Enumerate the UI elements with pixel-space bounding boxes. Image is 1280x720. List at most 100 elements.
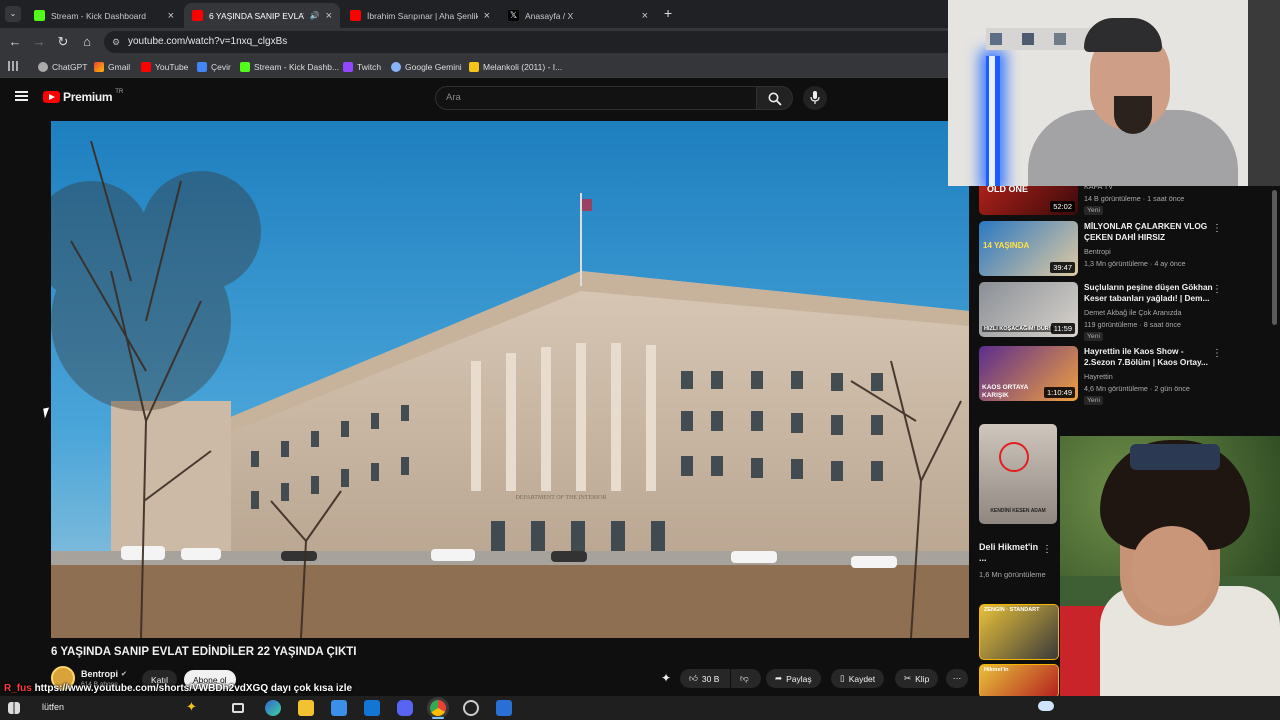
chrome-icon[interactable] bbox=[430, 700, 446, 716]
back-icon[interactable]: ← bbox=[7, 34, 23, 50]
reload-icon[interactable]: ↻ bbox=[55, 34, 71, 50]
save-button[interactable]: ▯ Kaydet bbox=[831, 669, 885, 688]
new-badge: Yeni bbox=[1084, 332, 1103, 341]
translate-icon bbox=[197, 62, 207, 72]
site-info-icon[interactable]: ⚙ bbox=[112, 31, 120, 53]
more-icon[interactable]: ⋮ bbox=[1212, 284, 1222, 295]
recommendation-card[interactable]: HIZLI KOŞACAĞIM! DUR! 11:59 Suçluların p… bbox=[979, 282, 1279, 341]
bookmark-twitch[interactable]: Twitch bbox=[343, 61, 381, 73]
discord-icon[interactable] bbox=[397, 700, 413, 716]
bookmark-youtube[interactable]: YouTube bbox=[141, 61, 188, 73]
more-icon: ⋯ bbox=[952, 673, 962, 683]
shorts-thumbnail[interactable]: Hikmet'in bbox=[979, 664, 1059, 698]
new-badge: Yeni bbox=[1084, 396, 1103, 405]
microphone-icon bbox=[810, 91, 820, 104]
url-input[interactable]: ⚙ youtube.com/watch?v=1nxq_clgxBs bbox=[104, 31, 964, 53]
imdb-icon bbox=[469, 62, 479, 72]
share-icon: ➦ bbox=[775, 673, 783, 683]
bookmark-kick[interactable]: Stream - Kick Dashb... bbox=[240, 61, 339, 73]
webcam-overlay-streamer bbox=[948, 0, 1280, 186]
duration-badge: 52:02 bbox=[1050, 201, 1075, 212]
file-explorer-icon[interactable] bbox=[298, 700, 314, 716]
video-thumbnail[interactable]: 14 YAŞINDA 39:47 bbox=[979, 221, 1078, 276]
start-icon[interactable] bbox=[8, 702, 20, 714]
outlook-icon[interactable] bbox=[364, 700, 380, 716]
short-views: 1,6 Mn görüntüleme bbox=[979, 570, 1046, 579]
tab-kick-dashboard[interactable]: Stream - Kick Dashboard × bbox=[26, 3, 182, 28]
weather-cloud-icon[interactable] bbox=[1038, 701, 1054, 711]
recommendation-card[interactable]: KAOS ORTAYA KARIŞIK 1:10:49 Hayrettin il… bbox=[979, 346, 1279, 405]
kick-icon bbox=[240, 62, 250, 72]
bookmark-chatgpt[interactable]: ChatGPT bbox=[38, 61, 87, 73]
youtube-play-logo-icon bbox=[43, 91, 60, 103]
speaker-icon[interactable]: 🔊 bbox=[310, 11, 320, 20]
duration-badge: 1:10:49 bbox=[1043, 387, 1075, 398]
sparkle-icon[interactable]: ✦ bbox=[661, 671, 671, 685]
building-sign-text: DEPARTMENT OF THE INTERIOR bbox=[515, 495, 606, 501]
more-icon[interactable]: ⋮ bbox=[1212, 348, 1222, 359]
search-button[interactable] bbox=[757, 86, 793, 110]
voice-search-button[interactable] bbox=[803, 86, 827, 110]
video-thumbnail[interactable]: HIZLI KOŞACAĞIM! DUR! 11:59 bbox=[979, 282, 1078, 337]
channel-name[interactable]: Bentropi ✔ bbox=[81, 669, 127, 679]
bookmark-icon: ▯ bbox=[840, 673, 845, 683]
apps-grid-icon[interactable] bbox=[8, 61, 18, 71]
share-button[interactable]: ➦ Paylaş bbox=[766, 669, 821, 688]
duration-badge: 11:59 bbox=[1050, 323, 1075, 334]
close-tab-icon[interactable]: × bbox=[484, 10, 490, 22]
more-icon[interactable]: ⋮ bbox=[1042, 544, 1052, 555]
obs-icon[interactable] bbox=[463, 700, 479, 716]
tab-search-button[interactable]: ⌄ bbox=[5, 6, 21, 22]
windows-taskbar: lütfen ✦ bbox=[0, 696, 1280, 720]
search-input[interactable]: Ara bbox=[435, 86, 757, 110]
edge-icon[interactable] bbox=[265, 700, 281, 716]
duration-badge: 39:47 bbox=[1050, 262, 1075, 273]
more-actions-button[interactable]: ⋯ bbox=[946, 669, 968, 688]
video-player[interactable]: DEPARTMENT OF THE INTERIOR bbox=[51, 121, 969, 638]
taskbar-search-text[interactable]: lütfen bbox=[42, 702, 64, 712]
tab-ibrahim-saripinar[interactable]: İbrahim Sarıpınar | Aha Şenlik × bbox=[342, 3, 498, 28]
thumbs-down-icon: 👎︎ bbox=[740, 673, 749, 683]
gmail-icon bbox=[94, 62, 104, 72]
close-tab-icon[interactable]: × bbox=[326, 10, 332, 22]
dislike-button[interactable]: 👎︎ bbox=[731, 669, 761, 688]
more-icon[interactable]: ⋮ bbox=[1212, 223, 1222, 234]
copilot-icon[interactable]: ✦ bbox=[186, 699, 197, 715]
store-icon[interactable] bbox=[331, 700, 347, 716]
chatgpt-icon bbox=[38, 62, 48, 72]
shorts-thumbnail[interactable]: ZENGİN · STANDART bbox=[979, 604, 1059, 660]
close-tab-icon[interactable]: × bbox=[168, 10, 174, 22]
video-thumbnail[interactable]: KAOS ORTAYA KARIŞIK 1:10:49 bbox=[979, 346, 1078, 401]
new-tab-button[interactable]: + bbox=[664, 5, 672, 21]
forward-icon[interactable]: → bbox=[31, 34, 47, 50]
active-app-indicator bbox=[432, 717, 444, 719]
home-icon[interactable]: ⌂ bbox=[79, 34, 95, 50]
x-logo-icon: 𝕏 bbox=[508, 10, 519, 21]
menu-icon[interactable] bbox=[15, 91, 28, 101]
bookmark-gmail[interactable]: Gmail bbox=[94, 61, 130, 73]
thumbs-up-icon: 👍︎ bbox=[689, 673, 698, 683]
chat-message-text: https://www.youtube.com/shorts/VWBDh2vdX… bbox=[34, 683, 353, 694]
clip-button[interactable]: ✂ Klip bbox=[895, 669, 939, 688]
chat-username: R_fus bbox=[4, 683, 32, 694]
tab-x-home[interactable]: 𝕏 Anasayfa / X × bbox=[500, 3, 656, 28]
bookmark-gemini[interactable]: Google Gemini bbox=[391, 61, 462, 73]
task-view-icon[interactable] bbox=[232, 703, 244, 713]
close-tab-icon[interactable]: × bbox=[642, 10, 648, 22]
scissors-icon: ✂ bbox=[904, 673, 912, 683]
bookmark-melankoli[interactable]: Melankoli (2011) - I... bbox=[469, 61, 562, 73]
tab-youtube-video[interactable]: 6 YAŞINDA SANIP EVLAT E 🔊 × bbox=[184, 3, 340, 28]
app-icon[interactable] bbox=[496, 700, 512, 716]
mouse-cursor-icon bbox=[43, 407, 51, 419]
shorts-thumbnail[interactable]: KENDİNİ KESEN ADAM bbox=[979, 424, 1057, 524]
youtube-icon bbox=[350, 10, 361, 21]
recommendation-card[interactable]: 14 YAŞINDA 39:47 MİLYONLAR ÇALARKEN VLOG… bbox=[979, 221, 1279, 277]
webcam-overlay-guest bbox=[1060, 436, 1280, 720]
new-badge: Yeni bbox=[1084, 206, 1103, 215]
red-circle-annotation bbox=[999, 442, 1029, 472]
short-title[interactable]: Deli Hikmet'in ... bbox=[979, 542, 1039, 564]
sidebar-scrollbar[interactable] bbox=[1272, 190, 1277, 325]
bookmark-translate[interactable]: Çevir bbox=[197, 61, 231, 73]
youtube-logo[interactable]: Premium TR bbox=[43, 89, 123, 104]
like-button[interactable]: 👍︎ 30 B bbox=[680, 669, 730, 688]
